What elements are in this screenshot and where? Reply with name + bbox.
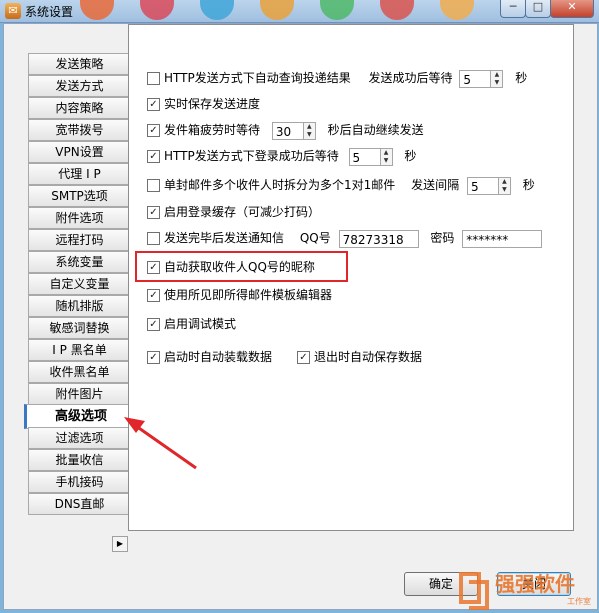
- background-decoration: [320, 0, 354, 20]
- auto-nickname-label: 自动获取收件人QQ号的昵称: [164, 260, 315, 274]
- split-multi-checkbox[interactable]: [147, 179, 160, 192]
- mailbox-fatigue-label: 发件箱疲劳时等待: [164, 123, 261, 137]
- tab-6[interactable]: SMTP选项: [28, 185, 130, 207]
- tab-13[interactable]: I P 黑名单: [28, 339, 130, 361]
- notify-after-row: 发送完毕后发送通知信 QQ号 78273318 密码 *******: [147, 229, 543, 248]
- background-decoration: [380, 0, 414, 20]
- tab-16[interactable]: 高级选项: [24, 404, 135, 429]
- http-query-wait-label: 发送成功后等待: [368, 71, 453, 85]
- auto-load-checkbox[interactable]: ✓: [147, 351, 160, 364]
- tab-4[interactable]: VPN设置: [28, 141, 130, 163]
- realtime-progress-label: 实时保存发送进度: [164, 97, 261, 111]
- notify-after-label: 发送完毕后发送通知信: [164, 231, 285, 245]
- http-query-row: HTTP发送方式下自动查询投递结果 发送成功后等待 5 ▲ ▼ 秒: [147, 69, 528, 88]
- background-decoration: [440, 0, 474, 20]
- split-interval-unit: 秒: [522, 178, 535, 192]
- password-label: 密码: [430, 231, 455, 245]
- tab-3[interactable]: 宽带拨号: [28, 119, 130, 141]
- minimize-button[interactable]: ─: [500, 0, 526, 18]
- debug-mode-checkbox[interactable]: ✓: [147, 318, 160, 331]
- maximize-button[interactable]: □: [525, 0, 551, 18]
- tab-10[interactable]: 自定义变量: [28, 273, 130, 295]
- tab-17[interactable]: 过滤选项: [28, 427, 130, 449]
- title-bar: ✉ 系统设置 ─ □ ✕: [0, 0, 599, 23]
- auto-save-row: ✓ 退出时自动保存数据: [297, 348, 422, 366]
- realtime-progress-row: ✓ 实时保存发送进度: [147, 95, 260, 113]
- background-decoration: [140, 0, 174, 20]
- auto-load-label: 启动时自动装载数据: [164, 350, 273, 364]
- password-input[interactable]: *******: [462, 229, 543, 248]
- qq-label: QQ号: [299, 231, 331, 245]
- tab-1[interactable]: 发送方式: [28, 75, 130, 97]
- auto-nickname-row: ✓ 自动获取收件人QQ号的昵称: [147, 258, 315, 276]
- tab-0[interactable]: 发送策略: [28, 53, 130, 75]
- app-icon: ✉: [5, 3, 21, 19]
- tab-20[interactable]: DNS直邮: [28, 493, 130, 515]
- tab-12[interactable]: 敏感词替换: [28, 317, 130, 339]
- split-interval-spinner[interactable]: ▲ ▼: [498, 176, 511, 195]
- split-multi-row: 单封邮件多个收件人时拆分为多个1对1邮件 发送间隔 5 ▲ ▼ 秒: [147, 176, 535, 195]
- tab-7[interactable]: 附件选项: [28, 207, 130, 229]
- tab-8[interactable]: 远程打码: [28, 229, 130, 251]
- http-login-wait-label: HTTP发送方式下登录成功后等待: [164, 149, 339, 163]
- debug-mode-row: ✓ 启用调试模式: [147, 315, 236, 333]
- http-login-wait-unit: 秒: [404, 149, 417, 163]
- window-title: 系统设置: [25, 5, 74, 19]
- auto-save-label: 退出时自动保存数据: [314, 350, 423, 364]
- split-multi-label: 单封邮件多个收件人时拆分为多个1对1邮件: [164, 178, 396, 192]
- login-cache-checkbox[interactable]: ✓: [147, 206, 160, 219]
- http-query-wait-input[interactable]: 5: [459, 69, 492, 88]
- background-decoration: [260, 0, 294, 20]
- wysiwyg-editor-label: 使用所见即所得邮件模板编辑器: [164, 288, 333, 302]
- close-window-button[interactable]: ✕: [550, 0, 594, 18]
- wysiwyg-editor-checkbox[interactable]: ✓: [147, 289, 160, 302]
- auto-nickname-checkbox[interactable]: ✓: [147, 261, 160, 274]
- tab-11[interactable]: 随机排版: [28, 295, 130, 317]
- watermark-logo: 强强软件 工作室: [455, 566, 597, 610]
- http-login-wait-row: ✓ HTTP发送方式下登录成功后等待 5 ▲ ▼ 秒: [147, 147, 417, 166]
- auto-load-row: ✓ 启动时自动装载数据: [147, 348, 272, 366]
- login-cache-row: ✓ 启用登录缓存（可减少打码）: [147, 203, 320, 221]
- watermark-text: 强强软件: [495, 572, 575, 596]
- qq-input[interactable]: 78273318: [338, 229, 419, 248]
- mailbox-fatigue-row: ✓ 发件箱疲劳时等待 30 ▲ ▼ 秒后自动继续发送: [147, 121, 424, 140]
- notify-after-checkbox[interactable]: [147, 232, 160, 245]
- split-interval-label: 发送间隔: [411, 178, 460, 192]
- tab-19[interactable]: 手机接码: [28, 471, 130, 493]
- tab-15[interactable]: 附件图片: [28, 383, 130, 405]
- tab-scroll-right-button[interactable]: ▶: [112, 536, 128, 552]
- background-decoration: [80, 0, 114, 20]
- tab-18[interactable]: 批量收信: [28, 449, 130, 471]
- tab-14[interactable]: 收件黑名单: [28, 361, 130, 383]
- tab-9[interactable]: 系统变量: [28, 251, 130, 273]
- http-query-label: HTTP发送方式下自动查询投递结果: [164, 71, 351, 85]
- split-interval-input[interactable]: 5: [466, 176, 499, 195]
- mailbox-fatigue-checkbox[interactable]: ✓: [147, 124, 160, 137]
- debug-mode-label: 启用调试模式: [164, 317, 237, 331]
- background-decoration: [200, 0, 234, 20]
- http-login-wait-checkbox[interactable]: ✓: [147, 150, 160, 163]
- login-cache-label: 启用登录缓存（可减少打码）: [164, 205, 321, 219]
- http-login-wait-input[interactable]: 5: [348, 147, 381, 166]
- mailbox-fatigue-spinner[interactable]: ▲ ▼: [303, 121, 316, 140]
- tab-2[interactable]: 内容策略: [28, 97, 130, 119]
- mailbox-fatigue-input[interactable]: 30: [271, 121, 304, 140]
- realtime-progress-checkbox[interactable]: ✓: [147, 98, 160, 111]
- http-query-checkbox[interactable]: [147, 72, 160, 85]
- wysiwyg-editor-row: ✓ 使用所见即所得邮件模板编辑器: [147, 286, 332, 304]
- mailbox-fatigue-suffix: 秒后自动继续发送: [327, 123, 424, 137]
- tab-5[interactable]: 代理 I P: [28, 163, 130, 185]
- http-query-wait-spinner[interactable]: ▲ ▼: [491, 69, 504, 88]
- watermark-subtext: 工作室: [567, 597, 591, 606]
- http-login-wait-spinner[interactable]: ▲ ▼: [380, 147, 393, 166]
- http-query-wait-unit: 秒: [515, 71, 528, 85]
- auto-save-checkbox[interactable]: ✓: [297, 351, 310, 364]
